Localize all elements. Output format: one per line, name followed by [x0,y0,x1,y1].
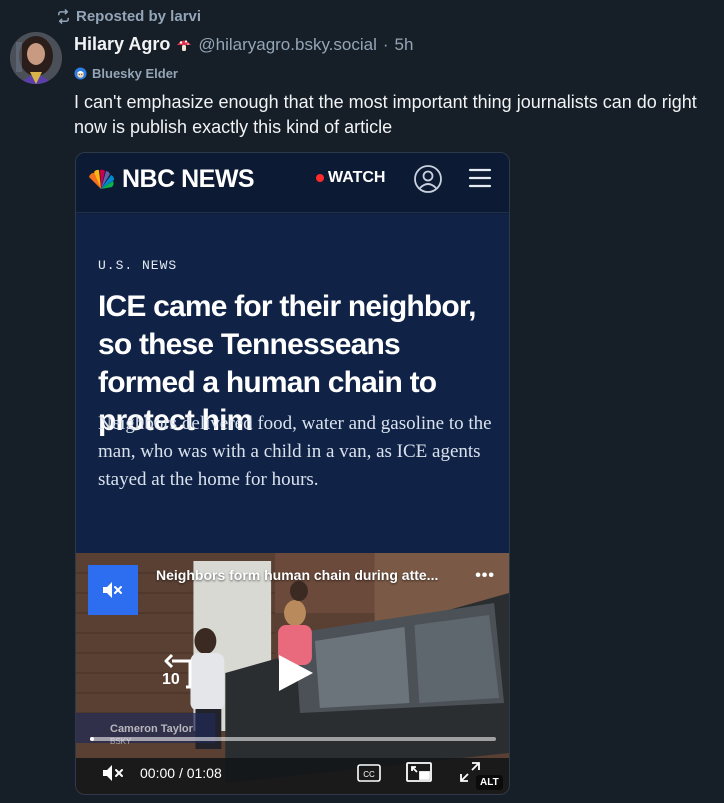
display-name[interactable]: Hilary Agro [74,34,170,55]
handle[interactable]: @hilaryagro.bsky.social [198,35,377,55]
watch-button[interactable]: WATCH [316,169,385,187]
mute-toggle-button[interactable] [88,565,138,615]
article-dek: Neighbors delivered food, water and gaso… [98,413,492,490]
nbc-logo[interactable]: NBC NEWS [86,165,255,194]
avatar[interactable] [10,32,62,84]
lower-third-name: Cameron Taylor [110,723,193,735]
separator: · [382,34,389,54]
account-icon[interactable] [413,164,443,194]
video-controls: 00:00 / 01:08 CC [76,753,509,794]
alt-text-badge[interactable]: ALT [476,775,503,790]
repost-icon [58,9,69,24]
time-separator: / [178,765,183,781]
repost-indicator[interactable]: Reposted by larvi [56,8,201,25]
elder-badge-icon [74,67,87,80]
section-label[interactable]: U.S. NEWS [98,258,177,273]
post-header: Hilary Agro @hilaryagro.bsky.social · 5h [74,34,413,55]
more-options-icon[interactable]: ••• [475,567,495,585]
rewind-seconds-label: 10 [162,671,180,688]
muted-speaker-icon [103,582,122,598]
time-readout: 00:00 / 01:08 [140,765,222,781]
post[interactable]: Reposted by larvi Hilary Agro @hilaryagr… [0,0,724,803]
video-player[interactable]: Neighbors form human chain during atte..… [76,553,509,794]
article-preview[interactable]: U.S. NEWS ICE came for their neighbor, s… [76,214,509,554]
volume-muted-icon[interactable] [102,764,126,782]
nbc-wordmark: NBC NEWS [122,165,255,193]
progress-fill [90,737,95,741]
timestamp[interactable]: 5h [395,35,414,55]
time-current: 00:00 [140,765,176,781]
repost-text: Reposted by larvi [76,8,202,25]
svg-text:CC: CC [363,770,375,779]
time-total: 01:08 [186,765,222,781]
watch-label: WATCH [328,169,386,186]
mushroom-icon [177,39,192,51]
picture-in-picture-icon[interactable] [406,761,434,783]
verification-badge[interactable]: Bluesky Elder [74,66,178,81]
post-text: I can't emphasize enough that the most i… [74,92,697,137]
hamburger-menu-icon[interactable] [468,167,492,189]
nbc-header-bar: NBC NEWS WATCH [76,153,509,213]
link-embed-card[interactable]: NBC NEWS WATCH U.S. NEWS ICE came for th… [75,152,510,795]
play-icon[interactable] [273,651,317,695]
live-dot-icon [316,174,324,182]
peacock-icon [89,169,115,189]
video-title: Neighbors form human chain during atte..… [156,567,439,583]
progress-bar[interactable] [90,737,496,741]
closed-captions-icon[interactable]: CC [357,763,381,783]
badge-label: Bluesky Elder [92,66,178,81]
